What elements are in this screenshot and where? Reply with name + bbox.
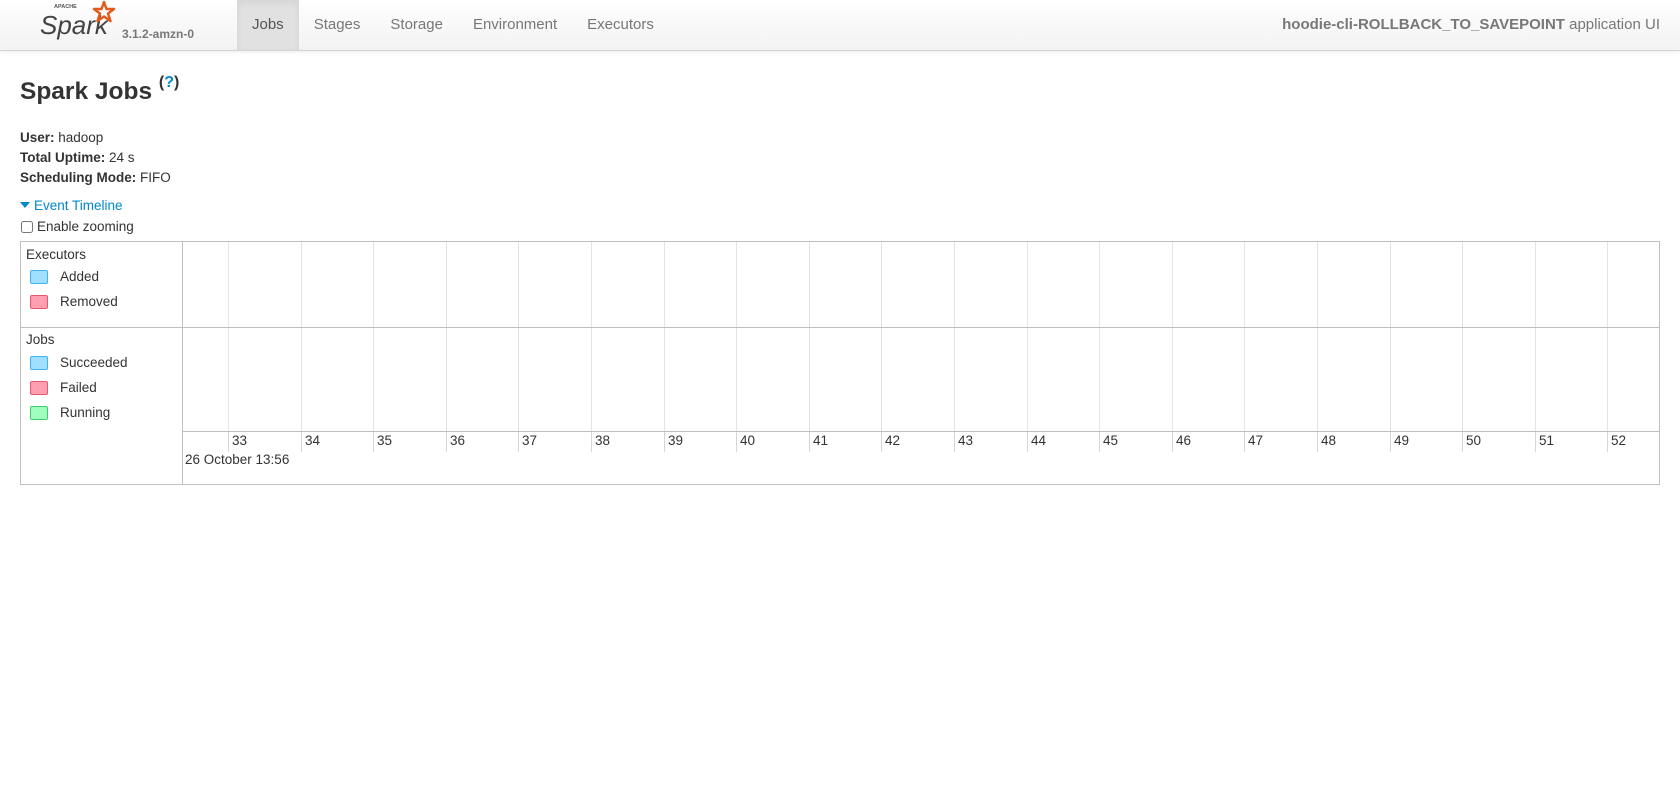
time-tick-38: 38 [591, 432, 610, 452]
spark-logo[interactable]: APACHE Spark 3.1.2-amzn-0 [38, 0, 208, 50]
time-axis-line [182, 431, 1659, 432]
time-tick-42: 42 [881, 432, 900, 452]
summary-scheduling-mode: Scheduling Mode: FIFO [20, 168, 171, 188]
time-tick-33: 33 [228, 432, 247, 452]
time-tick-40: 40 [736, 432, 755, 452]
summary-user: User: hadoop [20, 128, 171, 148]
tab-executors[interactable]: Executors [572, 0, 669, 50]
tab-environment[interactable]: Environment [458, 0, 572, 50]
enable-zooming-checkbox[interactable] [21, 220, 33, 233]
page-title-text: Spark Jobs [20, 78, 153, 105]
event-timeline-toggle[interactable]: Event Timeline [20, 198, 123, 213]
user-value: hadoop [54, 130, 104, 145]
page-title: Spark Jobs (?) [20, 74, 179, 106]
time-tick-44: 44 [1027, 432, 1046, 452]
time-tick-45: 45 [1099, 432, 1118, 452]
time-tick-49: 49 [1390, 432, 1409, 452]
job-summary: User: hadoop Total Uptime: 24 s Scheduli… [20, 128, 171, 188]
timeline-label-column [21, 242, 183, 484]
time-tick-41: 41 [809, 432, 828, 452]
time-tick-48: 48 [1317, 432, 1336, 452]
mode-value: FIFO [136, 170, 171, 185]
tab-jobs[interactable]: Jobs [237, 0, 299, 50]
tab-stages[interactable]: Stages [299, 0, 376, 50]
time-tick-47: 47 [1244, 432, 1263, 452]
caret-down-icon [20, 202, 30, 208]
app-name-bold: hoodie-cli-ROLLBACK_TO_SAVEPOINT [1282, 16, 1565, 33]
event-timeline-label: Event Timeline [34, 198, 123, 213]
app-name-suffix: application UI [1564, 16, 1660, 33]
time-tick-34: 34 [301, 432, 320, 452]
executors-group: Executors Added Removed [21, 242, 1659, 328]
enable-zooming-option[interactable]: Enable zooming [19, 219, 134, 234]
time-tick-51: 51 [1535, 432, 1554, 452]
time-tick-37: 37 [518, 432, 537, 452]
tab-storage[interactable]: Storage [375, 0, 458, 50]
spark-logo-icon: APACHE Spark [40, 0, 116, 40]
help-link[interactable]: ? [164, 74, 174, 91]
summary-uptime: Total Uptime: 24 s [20, 148, 171, 168]
time-tick-36: 36 [446, 432, 465, 452]
time-axis-date: 26 October 13:56 [185, 452, 290, 467]
help-tooltip[interactable]: (?) [159, 74, 179, 91]
time-tick-52: 52 [1607, 432, 1626, 452]
time-tick-39: 39 [664, 432, 683, 452]
event-timeline-chart[interactable]: Executors Added Removed Jobs Succeeded F… [20, 241, 1660, 485]
spark-version: 3.1.2-amzn-0 [122, 27, 195, 41]
time-tick-43: 43 [954, 432, 973, 452]
user-label: User: [20, 130, 55, 145]
top-navbar: APACHE Spark 3.1.2-amzn-0 Jobs Stages St… [0, 0, 1680, 51]
mode-label: Scheduling Mode: [20, 170, 137, 185]
time-tick-35: 35 [373, 432, 392, 452]
enable-zooming-label: Enable zooming [37, 219, 134, 234]
time-tick-46: 46 [1172, 432, 1191, 452]
time-tick-50: 50 [1462, 432, 1481, 452]
jobs-group: Jobs Succeeded Failed Running [21, 327, 1659, 431]
nav-tabs: Jobs Stages Storage Environment Executor… [237, 0, 669, 50]
uptime-label: Total Uptime: [20, 150, 106, 165]
application-name: hoodie-cli-ROLLBACK_TO_SAVEPOINT applica… [1282, 0, 1660, 50]
uptime-value: 24 s [105, 150, 135, 165]
